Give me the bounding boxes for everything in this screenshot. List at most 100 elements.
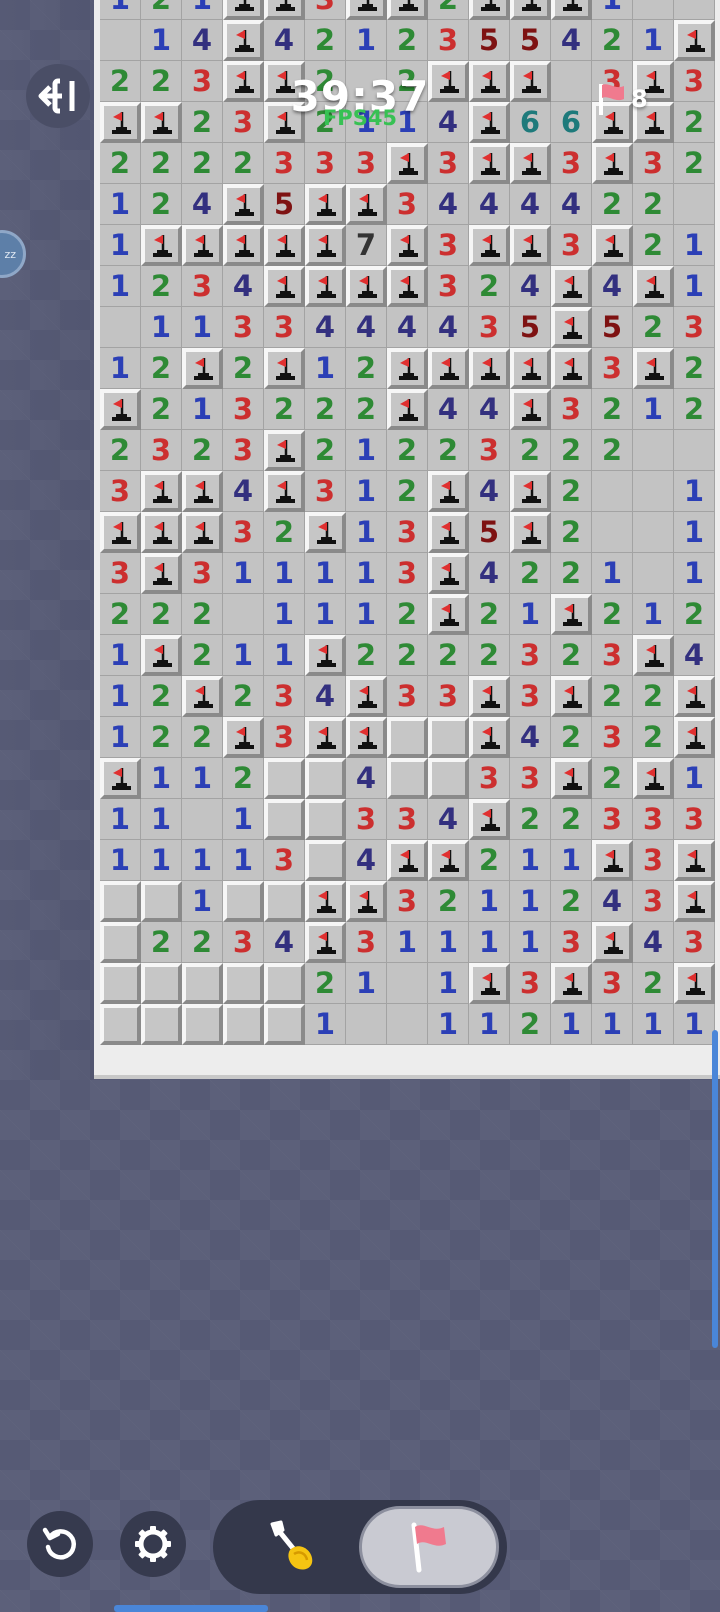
number-cell[interactable]: 1 bbox=[264, 635, 305, 676]
number-cell[interactable]: 3 bbox=[387, 676, 428, 717]
number-cell[interactable]: 1 bbox=[182, 758, 223, 799]
flagged-cell[interactable] bbox=[469, 0, 510, 20]
number-cell[interactable]: 3 bbox=[510, 676, 551, 717]
flagged-cell[interactable] bbox=[510, 471, 551, 512]
number-cell[interactable]: 2 bbox=[264, 389, 305, 430]
flagged-cell[interactable] bbox=[305, 225, 346, 266]
number-cell[interactable]: 1 bbox=[633, 389, 674, 430]
flagged-cell[interactable] bbox=[510, 143, 551, 184]
number-cell[interactable]: 1 bbox=[100, 799, 141, 840]
flagged-cell[interactable] bbox=[141, 553, 182, 594]
number-cell[interactable]: 1 bbox=[469, 881, 510, 922]
covered-cell[interactable] bbox=[387, 758, 428, 799]
number-cell[interactable]: 1 bbox=[100, 676, 141, 717]
number-cell[interactable]: 1 bbox=[182, 389, 223, 430]
number-cell[interactable]: 2 bbox=[141, 143, 182, 184]
number-cell[interactable]: 4 bbox=[346, 307, 387, 348]
number-cell[interactable]: 3 bbox=[305, 471, 346, 512]
covered-cell[interactable] bbox=[305, 799, 346, 840]
number-cell[interactable]: 1 bbox=[100, 225, 141, 266]
number-cell[interactable]: 4 bbox=[592, 881, 633, 922]
flagged-cell[interactable] bbox=[346, 717, 387, 758]
flagged-cell[interactable] bbox=[305, 922, 346, 963]
number-cell[interactable]: 1 bbox=[674, 553, 715, 594]
flagged-cell[interactable] bbox=[469, 717, 510, 758]
number-cell[interactable]: 5 bbox=[469, 20, 510, 61]
empty-cell[interactable] bbox=[592, 471, 633, 512]
empty-cell[interactable] bbox=[674, 0, 715, 20]
covered-cell[interactable] bbox=[305, 758, 346, 799]
number-cell[interactable]: 1 bbox=[264, 553, 305, 594]
number-cell[interactable]: 3 bbox=[182, 266, 223, 307]
number-cell[interactable]: 1 bbox=[510, 922, 551, 963]
covered-cell[interactable] bbox=[141, 1004, 182, 1045]
flagged-cell[interactable] bbox=[510, 0, 551, 20]
number-cell[interactable]: 2 bbox=[305, 20, 346, 61]
number-cell[interactable]: 3 bbox=[387, 512, 428, 553]
number-cell[interactable]: 2 bbox=[551, 553, 592, 594]
number-cell[interactable]: 1 bbox=[182, 881, 223, 922]
number-cell[interactable]: 2 bbox=[264, 512, 305, 553]
flagged-cell[interactable] bbox=[428, 471, 469, 512]
number-cell[interactable]: 3 bbox=[674, 307, 715, 348]
flagged-cell[interactable] bbox=[182, 225, 223, 266]
number-cell[interactable]: 5 bbox=[264, 184, 305, 225]
flagged-cell[interactable] bbox=[428, 553, 469, 594]
number-cell[interactable]: 2 bbox=[141, 389, 182, 430]
flagged-cell[interactable] bbox=[469, 676, 510, 717]
flagged-cell[interactable] bbox=[551, 307, 592, 348]
flagged-cell[interactable] bbox=[264, 348, 305, 389]
number-cell[interactable]: 1 bbox=[223, 635, 264, 676]
number-cell[interactable]: 2 bbox=[182, 717, 223, 758]
number-cell[interactable]: 3 bbox=[510, 963, 551, 1004]
empty-cell[interactable] bbox=[592, 512, 633, 553]
number-cell[interactable]: 2 bbox=[100, 143, 141, 184]
flagged-cell[interactable] bbox=[674, 963, 715, 1004]
number-cell[interactable]: 2 bbox=[674, 348, 715, 389]
number-cell[interactable]: 3 bbox=[387, 184, 428, 225]
number-cell[interactable]: 1 bbox=[305, 348, 346, 389]
number-cell[interactable]: 3 bbox=[428, 676, 469, 717]
empty-cell[interactable] bbox=[100, 307, 141, 348]
number-cell[interactable]: 2 bbox=[592, 430, 633, 471]
number-cell[interactable]: 2 bbox=[510, 430, 551, 471]
mode-toggle[interactable] bbox=[213, 1500, 507, 1594]
number-cell[interactable]: 4 bbox=[305, 676, 346, 717]
number-cell[interactable]: 5 bbox=[469, 512, 510, 553]
flagged-cell[interactable] bbox=[387, 266, 428, 307]
number-cell[interactable]: 3 bbox=[428, 266, 469, 307]
flagged-cell[interactable] bbox=[551, 594, 592, 635]
number-cell[interactable]: 4 bbox=[510, 184, 551, 225]
number-cell[interactable]: 2 bbox=[551, 635, 592, 676]
number-cell[interactable]: 2 bbox=[223, 348, 264, 389]
number-cell[interactable]: 2 bbox=[428, 635, 469, 676]
number-cell[interactable]: 2 bbox=[510, 1004, 551, 1045]
number-cell[interactable]: 4 bbox=[223, 471, 264, 512]
empty-cell[interactable] bbox=[674, 430, 715, 471]
number-cell[interactable]: 3 bbox=[551, 922, 592, 963]
number-cell[interactable]: 3 bbox=[592, 963, 633, 1004]
flagged-cell[interactable] bbox=[182, 676, 223, 717]
horizontal-scrollbar[interactable] bbox=[114, 1605, 268, 1612]
number-cell[interactable]: 3 bbox=[346, 143, 387, 184]
flagged-cell[interactable] bbox=[510, 512, 551, 553]
flagged-cell[interactable] bbox=[141, 512, 182, 553]
number-cell[interactable]: 4 bbox=[346, 758, 387, 799]
number-cell[interactable]: 1 bbox=[100, 0, 141, 20]
number-cell[interactable]: 2 bbox=[469, 635, 510, 676]
number-cell[interactable]: 2 bbox=[592, 389, 633, 430]
number-cell[interactable]: 2 bbox=[674, 389, 715, 430]
number-cell[interactable]: 4 bbox=[264, 20, 305, 61]
flag-mode-button[interactable] bbox=[359, 1506, 499, 1588]
flagged-cell[interactable] bbox=[592, 922, 633, 963]
flagged-cell[interactable] bbox=[592, 225, 633, 266]
number-cell[interactable]: 2 bbox=[592, 20, 633, 61]
number-cell[interactable]: 2 bbox=[223, 676, 264, 717]
number-cell[interactable]: 3 bbox=[674, 922, 715, 963]
number-cell[interactable]: 1 bbox=[510, 840, 551, 881]
number-cell[interactable]: 4 bbox=[428, 307, 469, 348]
number-cell[interactable]: 4 bbox=[428, 799, 469, 840]
number-cell[interactable]: 2 bbox=[428, 0, 469, 20]
flagged-cell[interactable] bbox=[223, 717, 264, 758]
restart-button[interactable] bbox=[27, 1511, 93, 1577]
